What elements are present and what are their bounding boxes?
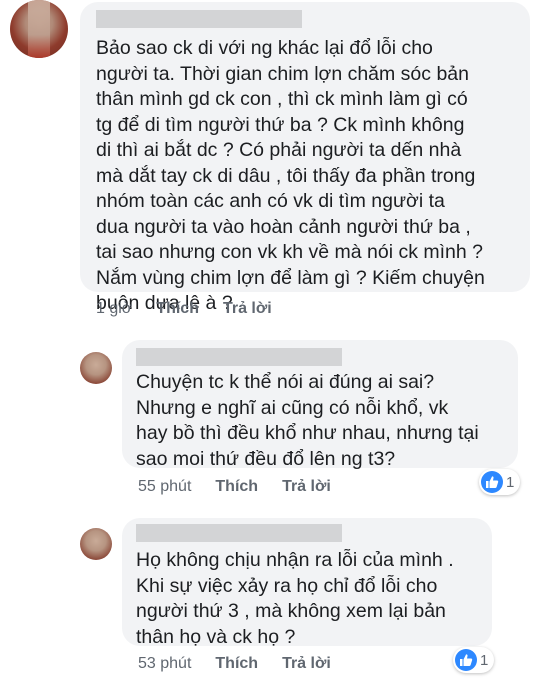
- comment-bubble: Bảo sao ck di với ng khác lại đổ lỗi cho…: [80, 2, 530, 314]
- reply-time[interactable]: 53 phút: [138, 655, 191, 673]
- replier-name-blurred[interactable]: [136, 348, 342, 366]
- comment-text: Bảo sao ck di với ng khác lại đổ lỗi cho…: [96, 37, 485, 314]
- reply-button[interactable]: Trả lời: [282, 478, 331, 496]
- reply-bubble: Họ không chịu nhận ra lỗi của mình . Khi…: [122, 518, 492, 648]
- replier-name-blurred[interactable]: [136, 524, 342, 542]
- like-button[interactable]: Thích: [215, 478, 258, 496]
- reaction-summary[interactable]: 1: [479, 469, 521, 495]
- reply-text: Họ không chịu nhận ra lỗi của mình . Khi…: [136, 549, 454, 648]
- thumbs-up-icon: [481, 471, 503, 493]
- reaction-count: 1: [480, 651, 489, 669]
- commenter-name-blurred[interactable]: [96, 10, 302, 28]
- like-button[interactable]: Thích: [215, 655, 258, 673]
- reply-button[interactable]: Trả lời: [282, 655, 331, 673]
- reply-actions: 53 phút Thích Trả lời: [138, 655, 355, 673]
- reply-button[interactable]: Trả lời: [223, 300, 272, 318]
- reaction-summary[interactable]: 1: [453, 647, 495, 673]
- comment-actions: 1 giờ Thích Trả lời: [96, 300, 296, 318]
- reply-bubble: Chuyện tc k thể nói ai đúng ai sai? Nhưn…: [122, 340, 518, 470]
- comment-time[interactable]: 1 giờ: [96, 300, 132, 318]
- reply-text: Chuyện tc k thể nói ai đúng ai sai? Nhưn…: [136, 371, 479, 470]
- reply-avatar[interactable]: [80, 528, 112, 560]
- commenter-avatar[interactable]: [10, 0, 68, 58]
- reply-avatar[interactable]: [80, 352, 112, 384]
- like-button[interactable]: Thích: [156, 300, 199, 318]
- reply-actions: 55 phút Thích Trả lời: [138, 478, 355, 496]
- thumbs-up-icon: [455, 649, 477, 671]
- reaction-count: 1: [506, 473, 515, 491]
- reply-time[interactable]: 55 phút: [138, 478, 191, 496]
